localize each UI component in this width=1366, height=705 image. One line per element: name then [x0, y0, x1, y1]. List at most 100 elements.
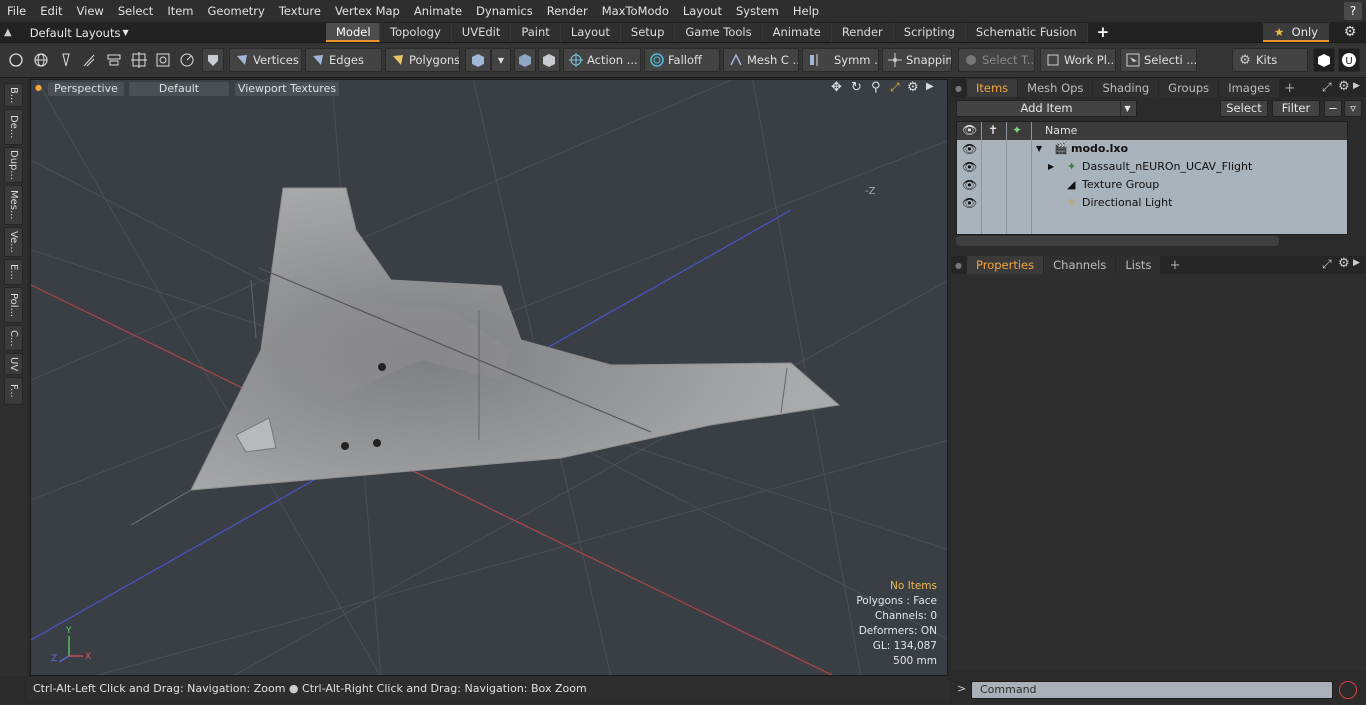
- viewport-textures-button[interactable]: Viewport Textures: [235, 82, 339, 96]
- item-row-mesh[interactable]: 👁 ▶ ✦ Dassault_nEUROn_UCAV_Flight: [957, 158, 1347, 176]
- expand-arrow-icon[interactable]: ▼: [1036, 140, 1042, 158]
- tab-lists[interactable]: Lists: [1116, 256, 1161, 274]
- snapping-button[interactable]: Snapping: [882, 48, 952, 72]
- align-icon[interactable]: [103, 48, 125, 72]
- symmetry-icon[interactable]: [514, 48, 536, 72]
- pen-icon[interactable]: [55, 48, 77, 72]
- shield-icon[interactable]: [202, 48, 224, 72]
- menu-system[interactable]: System: [729, 0, 786, 22]
- tool-tab-c[interactable]: C...: [4, 325, 23, 351]
- menu-geometry[interactable]: Geometry: [201, 0, 272, 22]
- selection-sets-button[interactable]: Selecti ...: [1120, 48, 1197, 72]
- tab-topology[interactable]: Topology: [380, 23, 452, 42]
- element-icon[interactable]: [538, 48, 560, 72]
- tab-scripting[interactable]: Scripting: [893, 23, 966, 42]
- name-column-header[interactable]: Name: [1045, 124, 1077, 137]
- type-column-icon[interactable]: ✦: [1012, 123, 1022, 137]
- menu-maxtomodo[interactable]: MaxToModo: [595, 0, 676, 22]
- viewport-gear-icon[interactable]: ⚙: [907, 80, 919, 95]
- select-button[interactable]: Select: [1220, 100, 1268, 117]
- square-circle-icon[interactable]: [152, 48, 174, 72]
- tool-tab-pol[interactable]: Pol...: [4, 287, 23, 323]
- collapse-icon[interactable]: ▲: [4, 27, 12, 38]
- menu-select[interactable]: Select: [111, 0, 160, 22]
- collapse-list-icon[interactable]: −: [1324, 100, 1342, 117]
- tab-render[interactable]: Render: [831, 23, 894, 42]
- view-mode-button[interactable]: Perspective: [48, 82, 124, 96]
- work-plane-button[interactable]: Work Pl...: [1040, 48, 1116, 72]
- tool-tab-ve[interactable]: Ve...: [4, 227, 23, 257]
- tool-tab-dup[interactable]: Dup...: [4, 147, 23, 183]
- shading-mode-button[interactable]: Default: [129, 82, 229, 96]
- tab-shading[interactable]: Shading: [1093, 79, 1159, 97]
- items-scrollbar[interactable]: [956, 236, 1279, 246]
- brush-icon[interactable]: [78, 48, 100, 72]
- expand-arrow-icon[interactable]: ▶: [1048, 158, 1054, 176]
- falloff-button[interactable]: Falloff: [644, 48, 720, 72]
- gear-icon[interactable]: ⚙: [1340, 23, 1360, 42]
- tab-mesh-ops[interactable]: Mesh Ops: [1018, 79, 1093, 97]
- polygons-button[interactable]: Polygons: [385, 48, 460, 72]
- chevron-down-icon[interactable]: ▼: [491, 48, 511, 72]
- menu-texture[interactable]: Texture: [272, 0, 328, 22]
- visibility-eye-icon[interactable]: 👁: [962, 158, 977, 176]
- visibility-eye-icon[interactable]: 👁: [962, 140, 977, 158]
- visibility-column-icon[interactable]: 👁: [962, 123, 977, 137]
- maximize-icon[interactable]: ⤢: [890, 80, 900, 95]
- menu-help[interactable]: Help: [786, 0, 826, 22]
- tab-game-tools[interactable]: Game Tools: [675, 23, 763, 42]
- menu-item[interactable]: Item: [160, 0, 200, 22]
- panel-maximize-icon[interactable]: ⤢: [1322, 80, 1332, 95]
- add-tab-icon[interactable]: +: [1088, 23, 1119, 42]
- tab-items[interactable]: Items: [967, 79, 1018, 97]
- tab-properties[interactable]: Properties: [967, 256, 1044, 274]
- zoom-icon[interactable]: ⚲: [871, 80, 881, 95]
- tab-layout[interactable]: Layout: [560, 23, 621, 42]
- menu-vertex-map[interactable]: Vertex Map: [328, 0, 407, 22]
- rotate-view-icon[interactable]: ↻: [851, 80, 862, 95]
- filter-button[interactable]: Filter: [1272, 100, 1320, 117]
- item-row-scene[interactable]: 👁 ▼ 🎬 modo.lxo: [957, 140, 1347, 158]
- panel-menu-icon[interactable]: ▶: [1353, 258, 1360, 268]
- tool-tab-e[interactable]: E...: [4, 259, 23, 285]
- viewport-menu-icon[interactable]: ▶: [926, 81, 934, 92]
- rotate-icon[interactable]: [176, 48, 198, 72]
- action-button[interactable]: Action ...: [563, 48, 641, 72]
- tab-channels[interactable]: Channels: [1044, 256, 1116, 274]
- mesh-constraint-button[interactable]: Mesh C ...: [723, 48, 799, 72]
- menu-view[interactable]: View: [70, 0, 111, 22]
- item-row-texture-group[interactable]: 👁 ◢ Texture Group: [957, 176, 1347, 194]
- tab-animate[interactable]: Animate: [762, 23, 832, 42]
- tab-uvedit[interactable]: UVEdit: [451, 23, 512, 42]
- funnel-icon[interactable]: ▿: [1344, 100, 1362, 117]
- tab-groups[interactable]: Groups: [1159, 79, 1219, 97]
- unreal-icon[interactable]: U: [1338, 48, 1360, 72]
- tool-tab-f[interactable]: F...: [4, 377, 23, 405]
- tool-tab-b[interactable]: B...: [4, 83, 23, 107]
- tab-images[interactable]: Images: [1219, 79, 1280, 97]
- cube-icon[interactable]: [465, 48, 491, 72]
- tool-tab-uv[interactable]: UV: [4, 353, 23, 375]
- tab-setup[interactable]: Setup: [620, 23, 676, 42]
- panel-maximize-icon[interactable]: ⤢: [1322, 257, 1332, 272]
- select-through-button[interactable]: Select T...: [958, 48, 1035, 72]
- panel-gear-icon[interactable]: ⚙: [1338, 256, 1350, 271]
- add-panel-tab-icon[interactable]: +: [1161, 258, 1180, 273]
- symmetry-button[interactable]: Symm ...: [802, 48, 879, 72]
- unity-icon[interactable]: [1313, 48, 1335, 72]
- menu-edit[interactable]: Edit: [33, 0, 69, 22]
- kits-button[interactable]: ⚙ Kits: [1232, 48, 1308, 72]
- record-icon[interactable]: [1339, 681, 1357, 699]
- tab-paint[interactable]: Paint: [511, 23, 561, 42]
- panel-menu-icon[interactable]: ▶: [1353, 81, 1360, 91]
- add-panel-tab-icon[interactable]: +: [1280, 81, 1295, 96]
- visibility-eye-icon[interactable]: 👁: [962, 176, 977, 194]
- item-row-light[interactable]: 👁 ☼ Directional Light: [957, 194, 1347, 212]
- menu-animate[interactable]: Animate: [407, 0, 469, 22]
- command-input[interactable]: Command: [971, 681, 1333, 699]
- tab-model[interactable]: Model: [326, 23, 380, 42]
- grid-move-icon[interactable]: [128, 48, 150, 72]
- select-circle-icon[interactable]: [5, 48, 27, 72]
- menu-file[interactable]: File: [0, 0, 33, 22]
- menu-layout[interactable]: Layout: [676, 0, 729, 22]
